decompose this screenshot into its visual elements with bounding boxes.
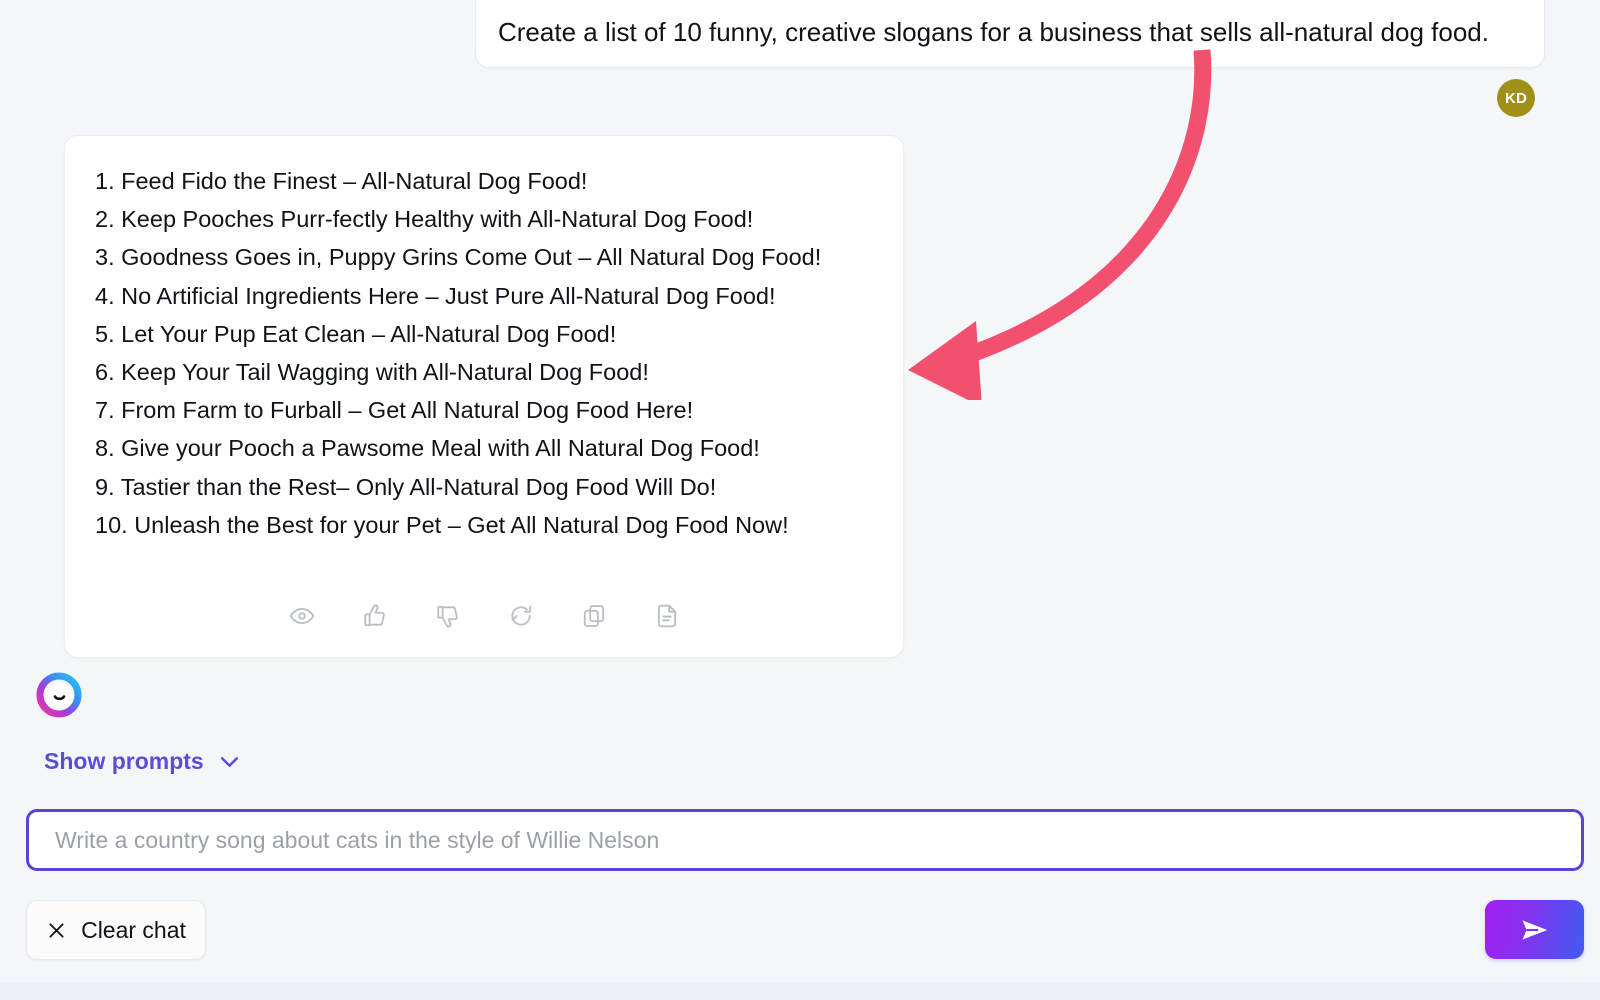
list-item: 3. Goodness Goes in, Puppy Grins Come Ou…	[95, 238, 873, 276]
response-action-bar	[65, 603, 903, 629]
send-paper-plane-icon	[1518, 913, 1552, 947]
list-item: 5. Let Your Pup Eat Clean – All-Natural …	[95, 315, 873, 353]
list-item: 10. Unleash the Best for your Pet – Get …	[95, 506, 873, 544]
list-item: 7. From Farm to Furball – Get All Natura…	[95, 391, 873, 429]
clear-chat-label: Clear chat	[81, 917, 186, 944]
eye-icon[interactable]	[289, 603, 315, 629]
clear-chat-button[interactable]: Clear chat	[26, 900, 206, 960]
chevron-down-icon	[217, 749, 242, 774]
thumbs-up-icon[interactable]	[362, 603, 388, 629]
list-item: 8. Give your Pooch a Pawsome Meal with A…	[95, 429, 873, 467]
chat-input[interactable]	[26, 809, 1584, 871]
list-item: 1. Feed Fido the Finest – All-Natural Do…	[95, 162, 873, 200]
user-avatar: KD	[1497, 79, 1535, 117]
assistant-response-card: 1. Feed Fido the Finest – All-Natural Do…	[64, 135, 904, 658]
user-message-text: Create a list of 10 funny, creative slog…	[498, 15, 1489, 49]
send-button[interactable]	[1485, 900, 1584, 959]
close-icon	[46, 920, 67, 941]
list-item: 2. Keep Pooches Purr-fectly Healthy with…	[95, 200, 873, 238]
copy-icon[interactable]	[581, 603, 607, 629]
chat-app: Create a list of 10 funny, creative slog…	[0, 0, 1600, 1000]
regenerate-icon[interactable]	[508, 603, 534, 629]
document-icon[interactable]	[654, 603, 680, 629]
thumbs-down-icon[interactable]	[435, 603, 461, 629]
list-item: 9. Tastier than the Rest– Only All-Natur…	[95, 468, 873, 506]
annotation-arrow	[880, 40, 1240, 400]
bottom-strip	[0, 982, 1600, 1000]
user-message-bubble: Create a list of 10 funny, creative slog…	[475, 0, 1545, 68]
assistant-smiley-avatar	[36, 672, 82, 718]
show-prompts-label: Show prompts	[44, 748, 204, 775]
slogan-list: 1. Feed Fido the Finest – All-Natural Do…	[95, 162, 873, 544]
show-prompts-toggle[interactable]: Show prompts	[44, 748, 242, 775]
list-item: 6. Keep Your Tail Wagging with All-Natur…	[95, 353, 873, 391]
list-item: 4. No Artificial Ingredients Here – Just…	[95, 277, 873, 315]
